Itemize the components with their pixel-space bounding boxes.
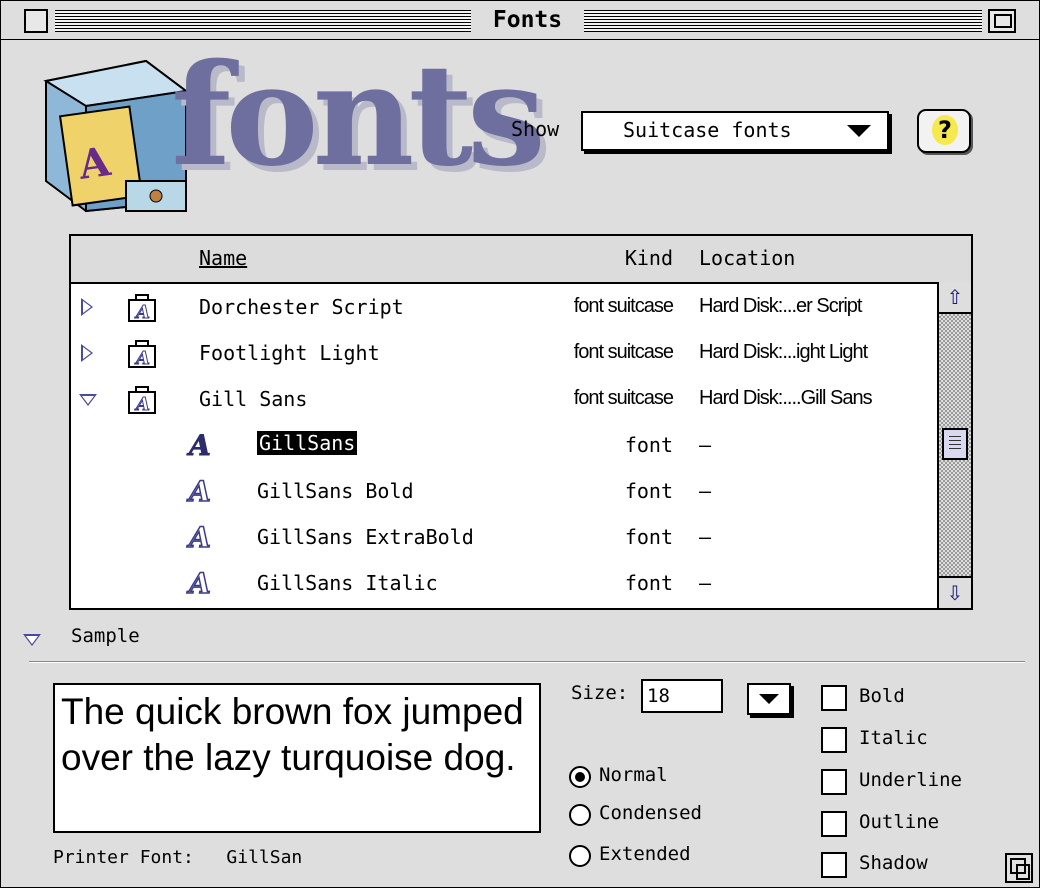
radio-button-selected-icon[interactable] bbox=[569, 766, 591, 788]
checkbox-icon[interactable] bbox=[821, 852, 847, 878]
svg-text:A: A bbox=[134, 348, 150, 368]
font-kind: font bbox=[624, 433, 673, 457]
fonts-window: Fonts A fonts Show Suitcase fonts ? Name… bbox=[0, 0, 1040, 888]
suitcase-icon: A bbox=[128, 386, 156, 414]
sample-label: Sample bbox=[71, 625, 140, 647]
svg-text:A: A bbox=[134, 394, 150, 414]
vertical-scrollbar[interactable]: ⇧ ⇩ bbox=[937, 282, 971, 608]
disclosure-triangle-open-icon[interactable] bbox=[79, 394, 97, 406]
radio-button-icon[interactable] bbox=[569, 804, 591, 826]
popup-arrow-icon bbox=[847, 125, 871, 137]
radio-extended[interactable]: Extended bbox=[569, 842, 769, 872]
scroll-thumb[interactable] bbox=[942, 428, 968, 460]
size-popup-menu[interactable] bbox=[747, 683, 791, 715]
font-location: – bbox=[699, 525, 712, 549]
fonts-logo-text: fonts bbox=[171, 34, 546, 198]
font-name: GillSans Bold bbox=[257, 479, 414, 503]
svg-text:A: A bbox=[134, 302, 150, 322]
collapse-box[interactable] bbox=[988, 9, 1016, 33]
radio-label: Normal bbox=[599, 764, 668, 786]
checkbox-italic[interactable]: Italic bbox=[821, 725, 1021, 757]
font-kind: font bbox=[624, 525, 673, 549]
column-header-kind[interactable]: Kind bbox=[623, 246, 673, 270]
font-icon: A bbox=[188, 567, 211, 600]
column-header-name[interactable]: Name bbox=[199, 246, 247, 270]
radio-condensed[interactable]: Condensed bbox=[569, 801, 769, 831]
list-row-font[interactable]: A GillSans Italic font – bbox=[71, 560, 937, 606]
list-row-suitcase[interactable]: A Dorchester Script font suitcase Hard D… bbox=[71, 284, 937, 330]
list-row-font[interactable]: A GillSans Bold font – bbox=[71, 468, 937, 514]
title-bar-stripes-right bbox=[584, 10, 982, 32]
list-header: Name Kind Location bbox=[71, 236, 971, 284]
font-icon: A bbox=[188, 475, 211, 508]
checkbox-label: Italic bbox=[859, 727, 928, 749]
font-icon: A bbox=[188, 521, 211, 554]
checkbox-outline[interactable]: Outline bbox=[821, 809, 1021, 841]
checkbox-label: Outline bbox=[859, 811, 940, 833]
font-location: Hard Disk:...ight Light bbox=[699, 341, 868, 363]
sample-preview-box: The quick brown fox jumped over the lazy… bbox=[53, 683, 541, 833]
radio-button-icon[interactable] bbox=[569, 845, 591, 867]
checkbox-label: Underline bbox=[859, 769, 962, 791]
list-row-font[interactable]: A GillSans ExtraBold font – bbox=[71, 514, 937, 560]
title-bar-stripes-left bbox=[55, 10, 471, 32]
show-popup-value: Suitcase fonts bbox=[623, 118, 792, 142]
radio-normal[interactable]: Normal bbox=[569, 763, 769, 793]
font-name: Dorchester Script bbox=[199, 295, 404, 319]
font-name: Footlight Light bbox=[199, 341, 380, 365]
list-row-font-selected[interactable]: A GillSans font – bbox=[71, 422, 937, 468]
divider bbox=[29, 661, 1025, 663]
font-name: GillSans ExtraBold bbox=[257, 525, 474, 549]
font-kind: font suitcase bbox=[573, 387, 674, 409]
question-mark-icon: ? bbox=[932, 115, 958, 145]
font-location: – bbox=[699, 479, 712, 503]
font-list[interactable]: Name Kind Location A Dorchester Script f… bbox=[69, 234, 973, 610]
font-name: GillSans bbox=[257, 431, 358, 455]
font-location: Hard Disk:....Gill Sans bbox=[699, 387, 873, 409]
help-button[interactable]: ? bbox=[917, 109, 971, 153]
checkbox-icon[interactable] bbox=[821, 727, 847, 753]
font-kind: font suitcase bbox=[573, 341, 674, 363]
printer-font-line: Printer Font: GillSan bbox=[53, 847, 302, 868]
checkbox-icon[interactable] bbox=[821, 811, 847, 837]
scroll-down-arrow-icon[interactable]: ⇩ bbox=[939, 576, 971, 608]
sample-disclosure-triangle-icon[interactable] bbox=[23, 634, 41, 646]
checkbox-shadow[interactable]: Shadow bbox=[821, 850, 1021, 882]
suitcase-icon: A bbox=[128, 294, 156, 322]
checkbox-label: Bold bbox=[859, 685, 905, 707]
printer-font-value: GillSan bbox=[226, 847, 303, 868]
close-box[interactable] bbox=[24, 9, 48, 33]
radio-label: Condensed bbox=[599, 802, 702, 824]
printer-font-label: Printer Font: bbox=[53, 847, 194, 868]
column-header-location[interactable]: Location bbox=[699, 246, 795, 270]
checkbox-icon[interactable] bbox=[821, 769, 847, 795]
radio-label: Extended bbox=[599, 843, 691, 865]
font-location: – bbox=[699, 571, 712, 595]
font-kind: font bbox=[624, 571, 673, 595]
show-popup-menu[interactable]: Suitcase fonts bbox=[581, 111, 889, 151]
window-title: Fonts bbox=[471, 7, 584, 33]
disclosure-triangle-closed-icon[interactable] bbox=[81, 298, 93, 316]
resize-grow-box[interactable] bbox=[1005, 853, 1033, 883]
font-name: GillSans Italic bbox=[257, 571, 438, 595]
checkbox-bold[interactable]: Bold bbox=[821, 683, 1021, 715]
checkbox-label: Shadow bbox=[859, 852, 928, 874]
font-kind: font bbox=[624, 479, 673, 503]
suitcase-icon: A bbox=[128, 340, 156, 368]
size-field[interactable] bbox=[641, 679, 723, 713]
font-icon: A bbox=[189, 429, 212, 462]
font-name: Gill Sans bbox=[199, 387, 308, 411]
list-row-suitcase[interactable]: A Gill Sans font suitcase Hard Disk:....… bbox=[71, 376, 937, 422]
font-location: Hard Disk:...er Script bbox=[699, 295, 862, 317]
checkbox-icon[interactable] bbox=[821, 685, 847, 711]
sample-text: The quick brown fox jumped over the lazy… bbox=[61, 691, 524, 778]
font-kind: font suitcase bbox=[573, 295, 674, 317]
checkbox-underline[interactable]: Underline bbox=[821, 767, 1021, 799]
scroll-up-arrow-icon[interactable]: ⇧ bbox=[939, 282, 971, 314]
disclosure-triangle-closed-icon[interactable] bbox=[81, 344, 93, 362]
font-location: – bbox=[699, 433, 712, 457]
list-row-suitcase[interactable]: A Footlight Light font suitcase Hard Dis… bbox=[71, 330, 937, 376]
size-label: Size: bbox=[571, 682, 629, 704]
show-label: Show bbox=[511, 117, 560, 141]
